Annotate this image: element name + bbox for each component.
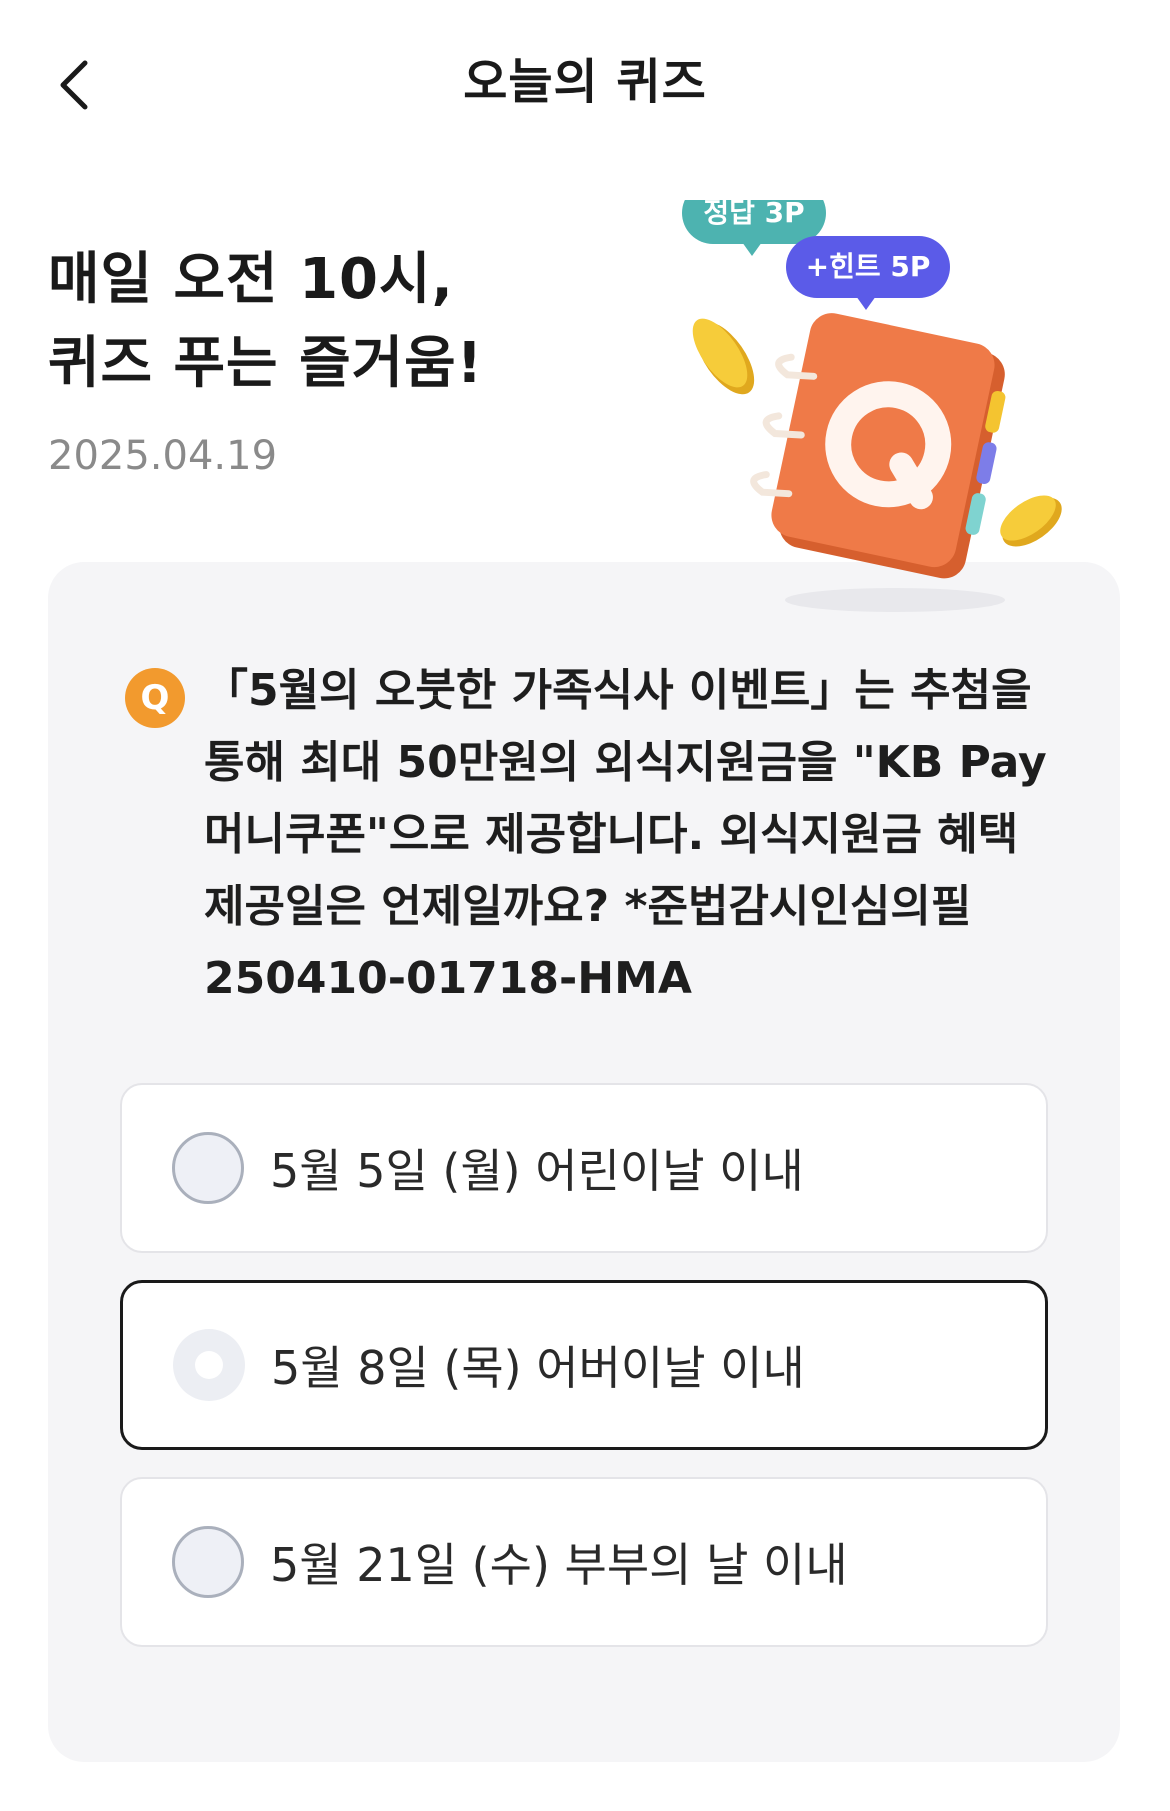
answer-option-1[interactable]: 5월 5일 (월) 어린이날 이내 [120, 1083, 1048, 1253]
answer-option-label: 5월 8일 (목) 어버이날 이내 [271, 1341, 805, 1395]
coin-left-icon [692, 318, 755, 395]
radio-button[interactable] [172, 1132, 244, 1204]
quiz-date: 2025.04.19 [48, 433, 278, 479]
hint-points-bubble: +힌트 5P [786, 236, 950, 310]
page-title: 오늘의 퀴즈 [463, 54, 707, 110]
question-line: 통해 최대 50만원의 외식지원금을 "KB Pay [204, 737, 1047, 788]
coin-right-icon [1000, 495, 1062, 547]
top-bar: 오늘의 퀴즈 [0, 0, 1170, 170]
question-line: 머니쿠폰"으로 제공합니다. 외식지원금 혜택 [204, 809, 1019, 860]
svg-text:+힌트 5P: +힌트 5P [806, 250, 931, 283]
headline-line-2: 퀴즈 푸는 즐거움! [48, 331, 484, 396]
question-line: 「5월의 오붓한 가족식사 이벤트」는 추첨을 [204, 665, 1032, 716]
notebook-icon [750, 313, 1006, 579]
radio-button-selected[interactable] [173, 1329, 245, 1401]
answer-option-label: 5월 21일 (수) 부부의 날 이내 [270, 1538, 848, 1592]
question-badge-icon: Q [125, 668, 185, 728]
headline: 매일 오전 10시, 퀴즈 푸는 즐거움! [48, 238, 483, 406]
quiz-book-illustration: 정답 3P +힌트 5P [682, 200, 1062, 612]
svg-text:정답 3P: 정답 3P [703, 200, 804, 229]
answer-option-label: 5월 5일 (월) 어린이날 이내 [270, 1144, 804, 1198]
question-line: 250410-01718-HMA [204, 953, 692, 1004]
headline-line-1: 매일 오전 10시, [48, 247, 454, 312]
radio-button[interactable] [172, 1526, 244, 1598]
answer-option-3[interactable]: 5월 21일 (수) 부부의 날 이내 [120, 1477, 1048, 1647]
question-line: 제공일은 언제일까요? *준법감시인심의필 [204, 881, 972, 932]
answer-option-2[interactable]: 5월 8일 (목) 어버이날 이내 [120, 1280, 1048, 1450]
question-text: 「5월의 오붓한 가족식사 이벤트」는 추첨을 통해 최대 50만원의 외식지원… [204, 655, 1084, 1015]
